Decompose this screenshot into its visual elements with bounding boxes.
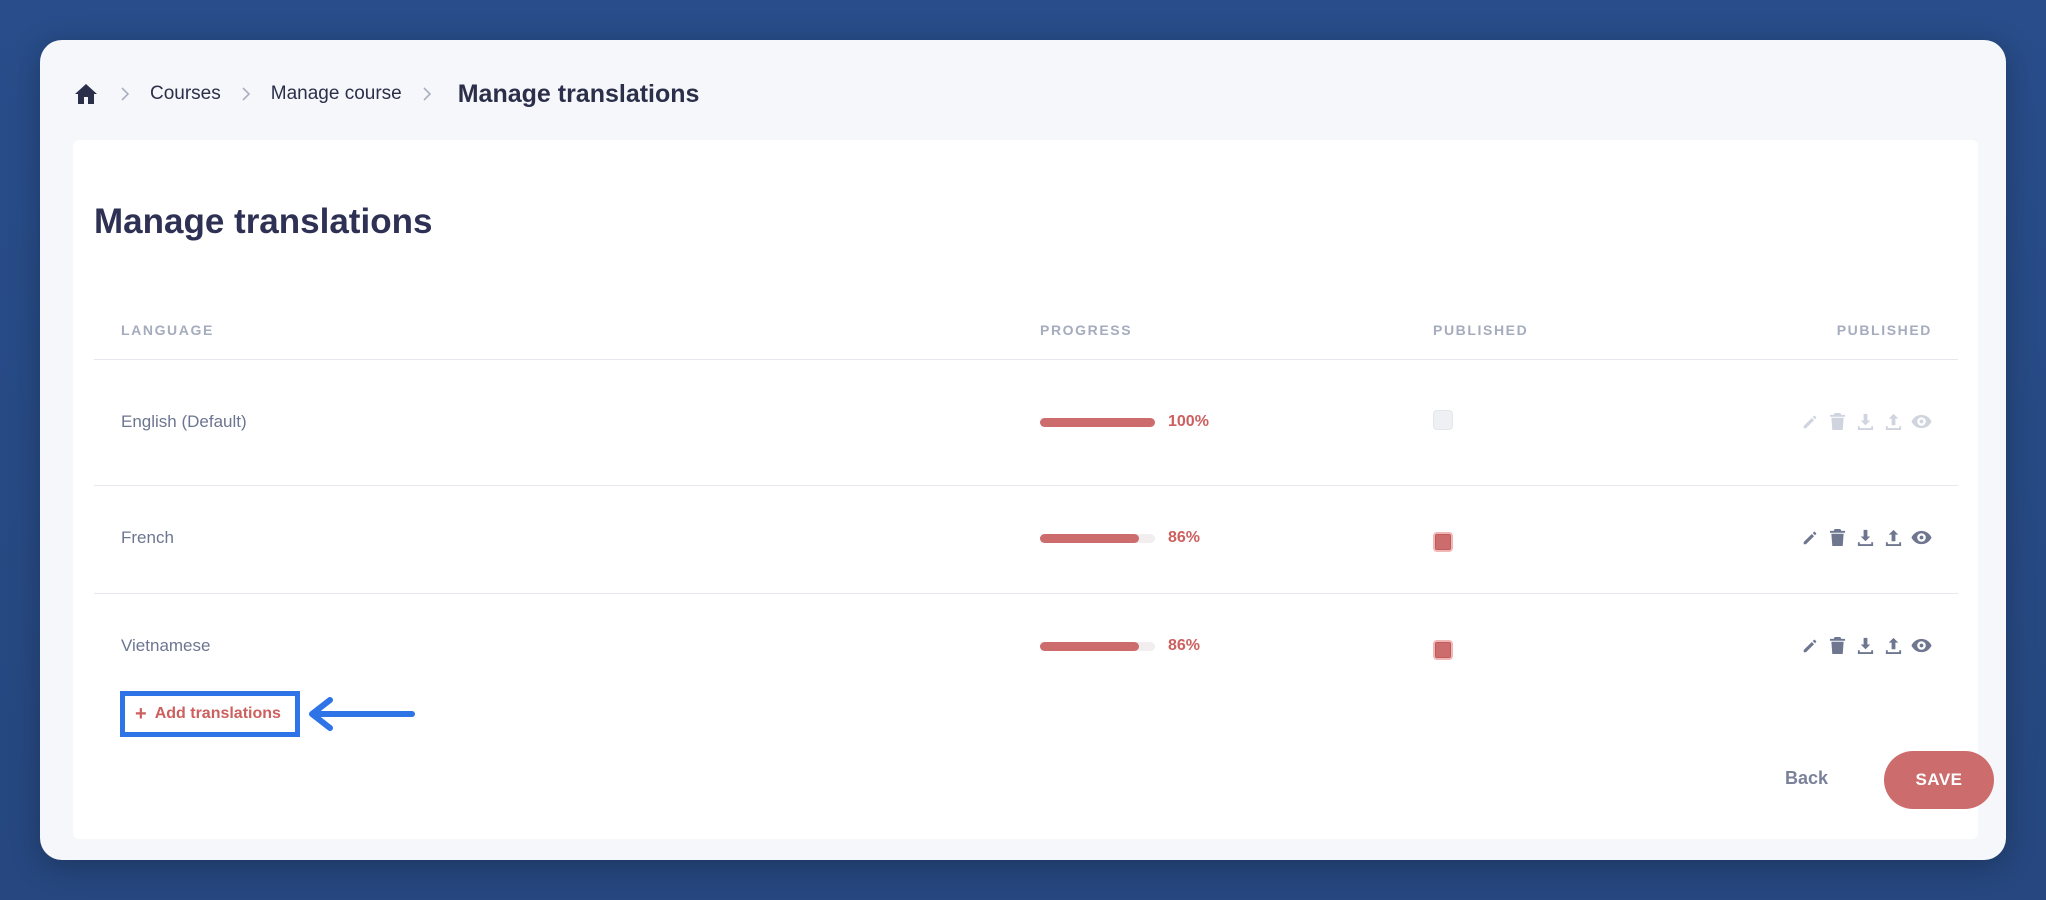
home-icon[interactable]	[72, 80, 100, 108]
column-language: LANGUAGE	[121, 322, 214, 338]
eye-icon	[1911, 411, 1932, 432]
table-row: French 86%	[94, 486, 1958, 594]
eye-icon[interactable]	[1911, 635, 1932, 656]
upload-icon[interactable]	[1883, 527, 1904, 548]
published-checkbox	[1433, 410, 1453, 430]
page-title: Manage translations	[94, 202, 433, 241]
breadcrumb-current: Manage translations	[457, 79, 700, 108]
progress-fill	[1040, 641, 1139, 651]
breadcrumb: Courses Manage course Manage translation…	[72, 74, 699, 114]
progress-fill	[1040, 533, 1139, 543]
progress-percent: 86%	[1168, 529, 1201, 546]
published-checkbox[interactable]	[1433, 532, 1453, 552]
upload-icon	[1883, 411, 1904, 432]
translations-card: Manage translations LANGUAGE PROGRESS PU…	[73, 140, 1994, 839]
edit-icon	[1799, 411, 1820, 432]
progress-bar	[1040, 533, 1155, 543]
published-checkbox[interactable]	[1433, 640, 1453, 660]
progress-percent: 86%	[1168, 637, 1201, 654]
download-icon[interactable]	[1855, 635, 1876, 656]
eye-icon[interactable]	[1911, 527, 1932, 548]
download-icon[interactable]	[1855, 527, 1876, 548]
upload-icon[interactable]	[1883, 635, 1904, 656]
language-name: French	[121, 528, 174, 547]
chevron-right-icon	[402, 87, 452, 101]
table-row: Vietnamese 86%	[94, 594, 1958, 690]
add-translations-label: Add translations	[154, 705, 281, 722]
progress-bar	[1040, 641, 1155, 651]
column-actions: PUBLISHED	[1836, 322, 1932, 338]
chevron-right-icon	[221, 87, 271, 101]
back-button[interactable]: Back	[1785, 768, 1828, 789]
download-icon	[1855, 411, 1876, 432]
column-published: PUBLISHED	[1433, 322, 1529, 338]
progress-indicator: 100%	[1040, 413, 1209, 431]
chevron-right-icon	[100, 87, 150, 101]
progress-fill	[1040, 417, 1155, 427]
trash-icon	[1827, 411, 1848, 432]
table-header: LANGUAGE PROGRESS PUBLISHED PUBLISHED	[94, 310, 1958, 360]
pointer-arrow-icon	[309, 697, 415, 731]
language-name: Vietnamese	[121, 636, 211, 655]
edit-icon[interactable]	[1799, 527, 1820, 548]
trash-icon[interactable]	[1827, 527, 1848, 548]
table-row: English (Default) 100%	[94, 360, 1958, 486]
row-actions	[1799, 635, 1932, 656]
row-actions	[1799, 527, 1932, 548]
app-window: Courses Manage course Manage translation…	[40, 40, 2006, 860]
progress-indicator: 86%	[1040, 637, 1200, 655]
add-translations-button[interactable]: + Add translations	[120, 691, 300, 737]
breadcrumb-courses[interactable]: Courses	[150, 83, 221, 105]
breadcrumb-manage-course[interactable]: Manage course	[271, 83, 402, 105]
progress-indicator: 86%	[1040, 529, 1200, 547]
progress-bar	[1040, 417, 1155, 427]
save-button[interactable]: SAVE	[1884, 751, 1994, 809]
column-progress: PROGRESS	[1040, 322, 1133, 338]
progress-percent: 100%	[1168, 413, 1209, 430]
edit-icon[interactable]	[1799, 635, 1820, 656]
row-actions	[1799, 411, 1932, 432]
trash-icon[interactable]	[1827, 635, 1848, 656]
plus-icon: +	[135, 703, 147, 725]
language-name: English (Default)	[121, 412, 247, 431]
